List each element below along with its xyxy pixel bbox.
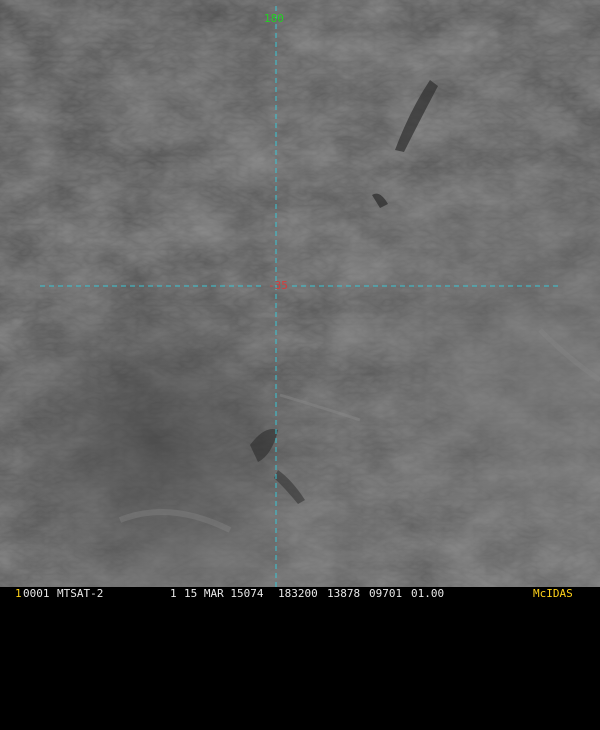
band-number: 1	[170, 587, 177, 600]
status-bar: 1 0001 MTSAT-2 1 15 MAR 15074 183200 138…	[0, 587, 600, 600]
line-number: 13878	[327, 587, 361, 600]
latitude-label: -35	[268, 279, 288, 292]
element-number: 09701	[369, 587, 403, 600]
frame-number: 1	[15, 587, 22, 600]
satellite-image: 180 -35	[0, 0, 600, 587]
image-time: 183200	[278, 587, 318, 600]
longitude-label: 180	[264, 12, 284, 25]
image-date: 15 MAR 15074	[184, 587, 264, 600]
cloud-imagery	[0, 0, 600, 587]
frame-id: 0001	[23, 587, 50, 600]
satellite-name: MTSAT-2	[57, 587, 104, 600]
software-tag: McIDAS	[533, 587, 573, 600]
resolution: 01.00	[411, 587, 445, 600]
